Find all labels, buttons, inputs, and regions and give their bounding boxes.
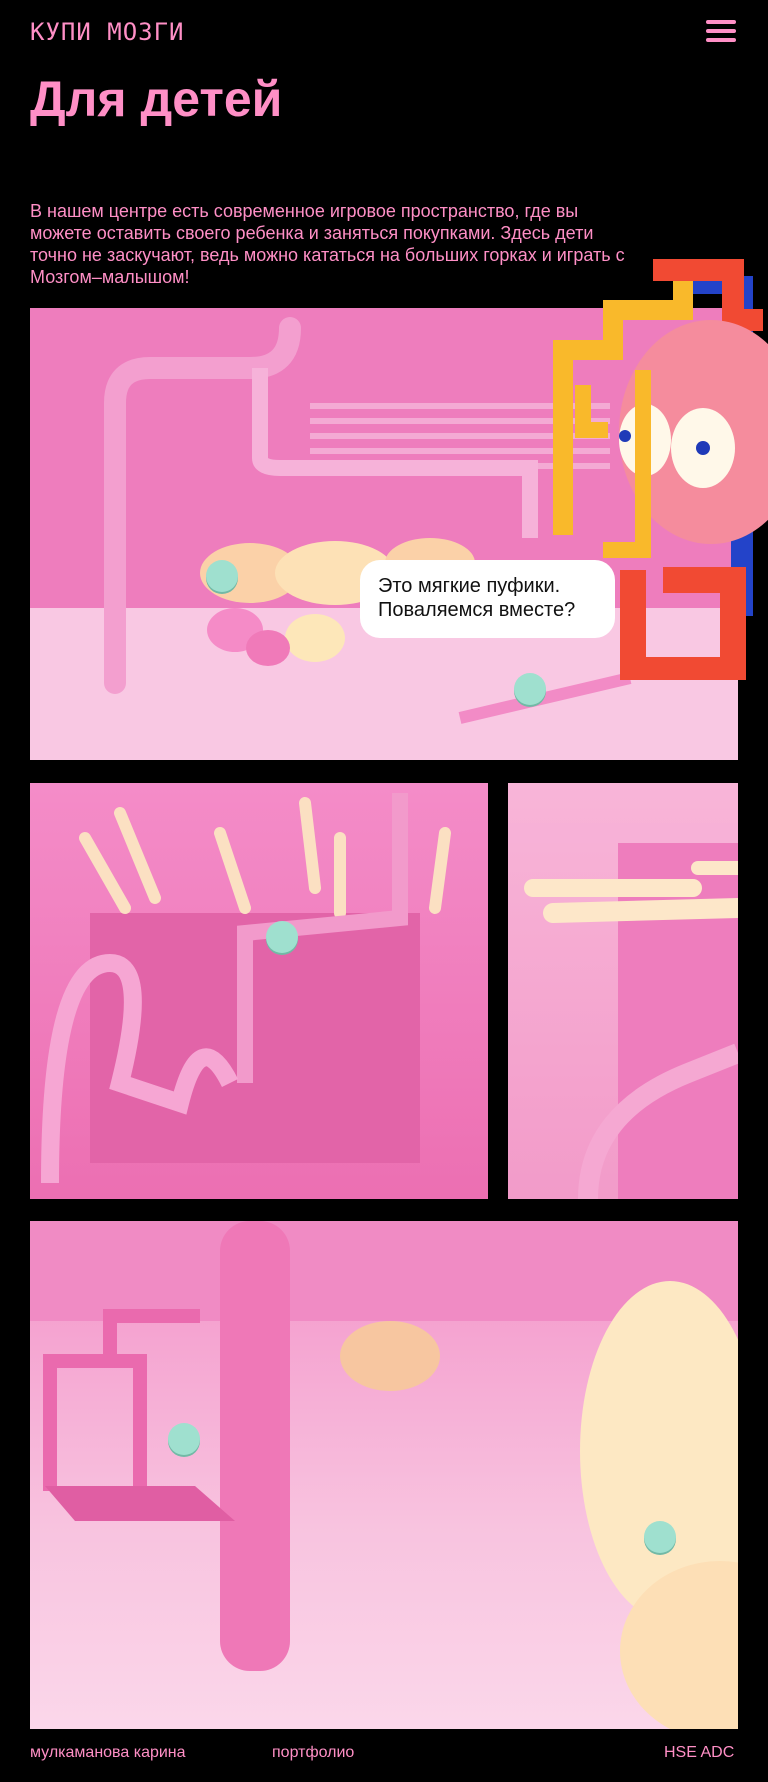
hotspot-big-pouf[interactable]: [644, 1521, 676, 1553]
intro-text: В нашем центре есть современное игровое …: [30, 201, 625, 287]
footer-portfolio-link[interactable]: портфолио: [272, 1744, 354, 1762]
speech-bubble: Это мягкие пуфики. Поваляемся вместе?: [360, 560, 615, 638]
footer-author-link[interactable]: мулкаманова карина: [30, 1744, 186, 1762]
hotspot-slides[interactable]: [266, 921, 298, 953]
page-title: Для детей: [30, 71, 283, 127]
footer-org-link[interactable]: HSE ADC: [664, 1744, 734, 1762]
hamburger-menu-icon[interactable]: [706, 18, 738, 44]
hotspot-swing[interactable]: [168, 1423, 200, 1455]
swing-image: [30, 1221, 738, 1729]
bubble-line-1: Это мягкие пуфики.: [378, 575, 561, 597]
corridor-image: [508, 783, 738, 1199]
swing-illustration: [30, 1221, 738, 1729]
slides-image: [30, 783, 488, 1199]
hotspot-seesaw[interactable]: [514, 673, 546, 705]
logo[interactable]: КУПИ МОЗГИ: [30, 18, 185, 46]
slides-illustration: [41, 793, 451, 1184]
corridor-illustration: [508, 823, 738, 1199]
hotspot-poufs[interactable]: [206, 560, 238, 592]
bubble-line-2: Поваляемся вместе?: [378, 599, 576, 621]
